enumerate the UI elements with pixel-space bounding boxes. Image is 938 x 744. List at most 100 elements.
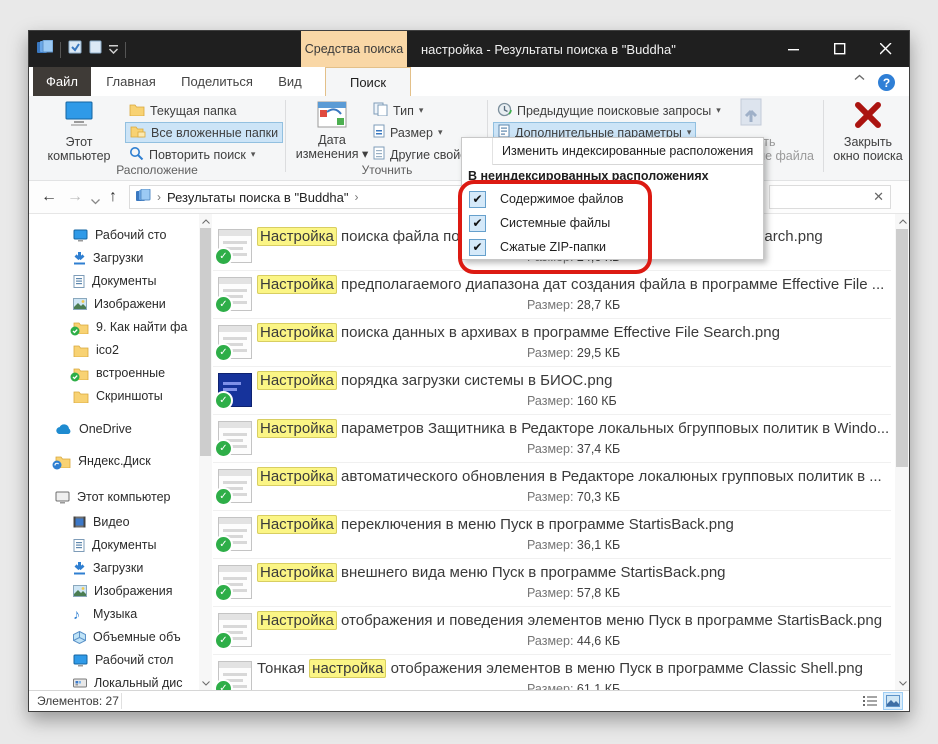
file-row[interactable]: ✓ Настройка порядка загрузки системы в Б… — [213, 367, 891, 415]
file-thumbnail: ✓ — [218, 373, 252, 407]
scroll-up-icon[interactable] — [896, 215, 909, 228]
thumbnail-view-icon[interactable] — [883, 692, 903, 710]
file-row[interactable]: ✓ Тонкая настройка отображения элементов… — [213, 655, 891, 691]
checkbox-checked-icon[interactable]: ✔ — [469, 239, 486, 256]
check-badge-icon: ✓ — [214, 391, 233, 410]
group-separator — [285, 100, 286, 172]
file-row[interactable]: ✓ Настройка автоматического обновления в… — [213, 463, 891, 511]
this-computer-button[interactable]: Этоткомпьютер — [37, 100, 121, 163]
search-highlight: Настройка — [257, 323, 337, 342]
sidebar-item-downloads[interactable]: Загрузки — [29, 557, 199, 579]
tab-home[interactable]: Главная — [91, 67, 171, 96]
kind-button[interactable]: Тип▾ — [369, 100, 427, 121]
file-list-scrollbar[interactable] — [895, 214, 909, 691]
current-folder-button[interactable]: Текущая папка — [125, 100, 240, 121]
scroll-up-icon[interactable] — [199, 215, 212, 228]
repeat-search-button[interactable]: Повторить поиск▾ — [125, 144, 259, 165]
sidebar-item-desktop[interactable]: Рабочий стол — [29, 649, 199, 671]
sidebar-item-videos[interactable]: Видео — [29, 511, 199, 533]
file-list-scroll-thumb[interactable] — [896, 229, 908, 467]
check-badge-icon: ✓ — [214, 487, 233, 506]
file-row[interactable]: ✓ Настройка поиска данных в архивах в пр… — [213, 319, 891, 367]
tab-search[interactable]: Поиск — [325, 67, 411, 96]
qat-customize-icon[interactable] — [109, 41, 118, 59]
new-folder-icon[interactable] — [89, 40, 102, 59]
file-row[interactable]: ✓ Настройка отображения и поведения элем… — [213, 607, 891, 655]
location-icon — [136, 189, 151, 205]
size-button[interactable]: Размер▾ — [369, 122, 447, 143]
tab-view[interactable]: Вид — [263, 67, 317, 96]
search-highlight: Настройка — [257, 467, 337, 486]
sidebar-item-pictures-pinned[interactable]: Изображени — [29, 293, 199, 315]
calendar-icon — [289, 100, 375, 131]
sidebar-item-folder[interactable]: встроенные — [29, 362, 199, 384]
close-search-button[interactable]: Закрытьокно поиска — [829, 100, 907, 163]
search-tools-context-tab[interactable]: Средства поиска — [301, 31, 407, 67]
sidebar-item-this-pc[interactable]: Этот компьютер — [29, 486, 199, 508]
collapse-ribbon-icon[interactable] — [854, 74, 865, 81]
tab-share[interactable]: Поделиться — [171, 67, 263, 96]
sidebar-item-folder[interactable]: Скриншоты — [29, 385, 199, 407]
sidebar-scroll-thumb[interactable] — [200, 228, 211, 456]
menu-item-system-files[interactable]: ✔Системные файлы — [462, 211, 763, 235]
scroll-down-icon[interactable] — [199, 677, 212, 690]
all-subfolders-button[interactable]: Все вложенные папки — [125, 122, 283, 143]
sidebar-item-music[interactable]: ♪Музыка — [29, 603, 199, 625]
sidebar-item-onedrive[interactable]: OneDrive — [29, 418, 199, 440]
ribbon-tab-row: Файл Главная Поделиться Вид Поиск ? — [29, 67, 909, 96]
menu-item-file-contents[interactable]: ✔Содержимое файлов — [462, 187, 763, 211]
up-button[interactable]: ↑ — [109, 187, 117, 207]
file-thumbnail: ✓ — [218, 565, 252, 599]
sidebar-item-local-disk[interactable]: Локальный дис — [29, 672, 199, 691]
sidebar-item-desktop-pinned[interactable]: Рабочий сто — [29, 224, 199, 246]
qat-separator — [125, 42, 126, 58]
menu-section-header: В неиндексированных расположениях — [462, 165, 763, 187]
checkbox-checked-icon[interactable]: ✔ — [469, 191, 486, 208]
date-modified-button[interactable]: Датаизменения ▾ — [289, 100, 375, 161]
file-row[interactable]: ✓ Настройка предполагаемого диапазона да… — [213, 271, 891, 319]
search-highlight: Настройка — [257, 563, 337, 582]
menu-item-zip-folders[interactable]: ✔Сжатые ZIP-папки — [462, 235, 763, 259]
subfolders-icon — [130, 125, 146, 141]
sidebar-item-documents-pinned[interactable]: Документы — [29, 270, 199, 292]
search-input[interactable]: ✕ — [769, 185, 891, 209]
menu-item-change-indexed-locations[interactable]: Изменить индексированные расположения — [462, 138, 763, 164]
clear-search-icon[interactable]: ✕ — [873, 189, 884, 205]
minimize-button[interactable] — [771, 31, 817, 67]
sidebar-item-folder[interactable]: ico2 — [29, 339, 199, 361]
file-row[interactable]: ✓ Настройка внешнего вида меню Пуск в пр… — [213, 559, 891, 607]
back-button[interactable]: ← — [41, 187, 57, 207]
explorer-logo-icon[interactable] — [37, 40, 53, 59]
sidebar-item-pictures[interactable]: Изображения — [29, 580, 199, 602]
forward-button: → — [67, 187, 83, 207]
details-view-icon[interactable] — [860, 692, 880, 710]
scroll-down-icon[interactable] — [896, 677, 909, 690]
file-thumbnail: ✓ — [218, 661, 252, 691]
sidebar-item-3d-objects[interactable]: Объемные объ — [29, 626, 199, 648]
sidebar-scrollbar[interactable] — [199, 214, 212, 691]
properties-icon[interactable] — [68, 40, 82, 59]
sidebar-item-documents[interactable]: Документы — [29, 534, 199, 556]
close-button[interactable] — [863, 31, 909, 67]
search-highlight: Настройка — [257, 419, 337, 438]
group-separator — [823, 100, 824, 172]
check-badge-icon: ✓ — [214, 343, 233, 362]
search-highlight: Настройка — [257, 515, 337, 534]
tab-file[interactable]: Файл — [33, 67, 91, 96]
sidebar-item-downloads-pinned[interactable]: Загрузки — [29, 247, 199, 269]
sidebar-item-yandex-disk[interactable]: Яндекс.Диск — [29, 450, 199, 472]
file-row[interactable]: ✓ Настройка переключения в меню Пуск в п… — [213, 511, 891, 559]
explorer-window: Средства поиска настройка - Результаты п… — [28, 30, 910, 712]
recent-locations-icon[interactable] — [91, 191, 100, 211]
breadcrumb-path[interactable]: Результаты поиска в "Buddha" — [167, 190, 349, 205]
size-icon — [373, 124, 385, 141]
maximize-button[interactable] — [817, 31, 863, 67]
help-icon[interactable]: ? — [878, 74, 895, 91]
checkbox-checked-icon[interactable]: ✔ — [469, 215, 486, 232]
file-row[interactable]: ✓ Настройка параметров Защитника в Редак… — [213, 415, 891, 463]
sidebar-item-folder[interactable]: 9. Как найти фа — [29, 316, 199, 338]
file-thumbnail: ✓ — [218, 229, 252, 263]
crumb-separator[interactable]: › — [355, 190, 359, 204]
title-bar: Средства поиска настройка - Результаты п… — [29, 31, 909, 67]
status-bar: Элементов: 27 — [29, 690, 909, 711]
